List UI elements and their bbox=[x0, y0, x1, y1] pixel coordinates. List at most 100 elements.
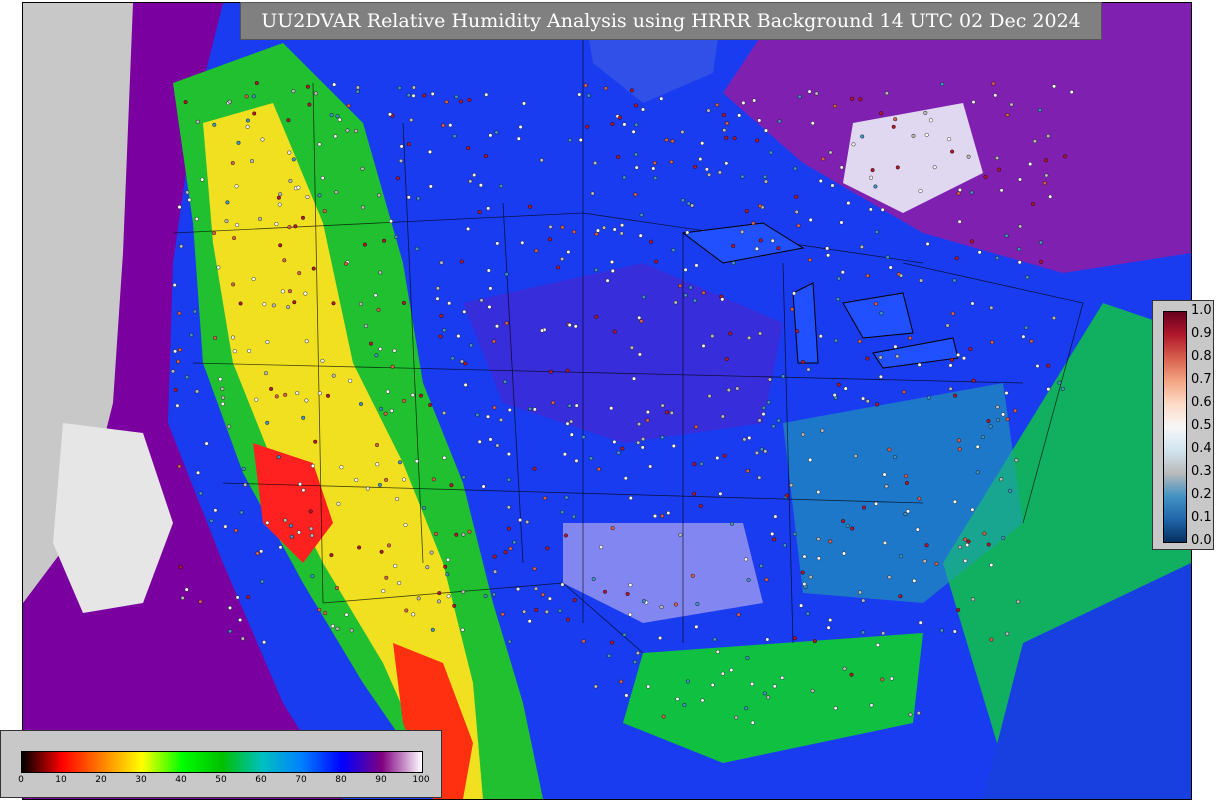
observation-point bbox=[238, 618, 243, 623]
observation-point bbox=[792, 636, 797, 641]
observation-point bbox=[617, 115, 622, 120]
observation-point bbox=[671, 444, 676, 449]
observation-point bbox=[707, 394, 712, 399]
observation-point bbox=[243, 482, 248, 487]
observation-point bbox=[507, 526, 512, 531]
observation-point bbox=[310, 463, 315, 468]
observation-point bbox=[763, 449, 768, 454]
observation-point bbox=[344, 261, 349, 266]
observation-point bbox=[1046, 387, 1051, 392]
observation-point bbox=[244, 94, 249, 99]
observation-point bbox=[393, 563, 398, 568]
observation-point bbox=[454, 532, 459, 537]
observation-point bbox=[291, 157, 296, 162]
observation-point bbox=[880, 677, 885, 682]
observation-point bbox=[230, 160, 235, 165]
observation-point bbox=[810, 121, 815, 126]
observation-point bbox=[878, 355, 883, 360]
observation-point bbox=[700, 698, 705, 703]
observation-point bbox=[255, 551, 260, 556]
observation-point bbox=[722, 128, 727, 133]
observation-point bbox=[528, 204, 533, 209]
observation-point bbox=[212, 122, 217, 127]
observation-point bbox=[230, 335, 235, 340]
observation-point bbox=[766, 400, 771, 405]
observation-point bbox=[296, 185, 301, 190]
observation-point bbox=[173, 349, 178, 354]
observation-point bbox=[446, 557, 451, 562]
observation-point bbox=[826, 253, 831, 258]
observation-point bbox=[1044, 173, 1049, 178]
observation-point bbox=[484, 92, 489, 97]
observation-point bbox=[439, 260, 444, 265]
observation-point bbox=[879, 111, 884, 116]
observation-point bbox=[326, 393, 331, 398]
observation-point bbox=[492, 592, 497, 597]
observation-point bbox=[1032, 139, 1037, 144]
observation-point bbox=[885, 255, 890, 260]
observation-point bbox=[694, 624, 699, 629]
observation-point bbox=[377, 193, 382, 198]
observation-point bbox=[410, 393, 415, 398]
observation-point bbox=[903, 512, 908, 517]
observation-point bbox=[1005, 631, 1010, 636]
rh-map[interactable] bbox=[23, 3, 1191, 799]
observation-point bbox=[472, 172, 477, 177]
observation-point bbox=[283, 518, 288, 523]
observation-point bbox=[816, 537, 821, 542]
observation-point bbox=[715, 456, 720, 461]
observation-point bbox=[952, 278, 957, 283]
observation-point bbox=[562, 452, 567, 457]
observation-point bbox=[247, 348, 252, 353]
observation-point bbox=[574, 403, 579, 408]
observation-point bbox=[416, 196, 421, 201]
observation-point bbox=[843, 386, 848, 391]
observation-point bbox=[500, 612, 505, 617]
observation-point bbox=[251, 277, 256, 282]
observation-point bbox=[571, 514, 576, 519]
observation-point bbox=[466, 146, 471, 151]
observation-point bbox=[692, 298, 697, 303]
observation-point bbox=[1009, 102, 1014, 107]
observation-point bbox=[839, 220, 844, 225]
observation-point bbox=[881, 631, 886, 636]
observation-point bbox=[873, 301, 878, 306]
observation-point bbox=[918, 620, 923, 625]
observation-point bbox=[893, 117, 898, 122]
observation-point bbox=[895, 354, 900, 359]
observation-point bbox=[520, 240, 525, 245]
observation-point bbox=[443, 564, 448, 569]
observation-point bbox=[648, 464, 653, 469]
observation-point bbox=[320, 175, 325, 180]
observation-point bbox=[891, 124, 896, 129]
observation-point bbox=[504, 272, 509, 277]
observation-point bbox=[666, 511, 671, 516]
observation-point bbox=[301, 488, 306, 493]
observation-point bbox=[634, 152, 639, 157]
observation-point bbox=[569, 432, 574, 437]
observation-point bbox=[466, 226, 471, 231]
observation-point bbox=[392, 348, 397, 353]
observation-point bbox=[590, 191, 595, 196]
observation-point bbox=[874, 501, 879, 506]
observation-point bbox=[765, 637, 770, 642]
observation-colorbar-tick: 0.4 bbox=[1191, 441, 1212, 456]
observation-point bbox=[406, 93, 411, 98]
observation-point bbox=[594, 232, 599, 237]
observation-point bbox=[444, 99, 449, 104]
observation-point bbox=[460, 627, 465, 632]
observation-point bbox=[858, 590, 863, 595]
observation-point bbox=[551, 400, 556, 405]
observation-point bbox=[1042, 181, 1047, 186]
observation-point bbox=[394, 234, 399, 239]
observation-point bbox=[209, 518, 214, 523]
observation-point bbox=[235, 222, 240, 227]
observation-point bbox=[970, 507, 975, 512]
observation-point bbox=[477, 210, 482, 215]
observation-point bbox=[975, 470, 980, 475]
observation-point bbox=[469, 343, 474, 348]
observation-point bbox=[564, 495, 569, 500]
observation-point bbox=[645, 418, 650, 423]
observation-point bbox=[477, 439, 482, 444]
observation-point bbox=[445, 572, 450, 577]
